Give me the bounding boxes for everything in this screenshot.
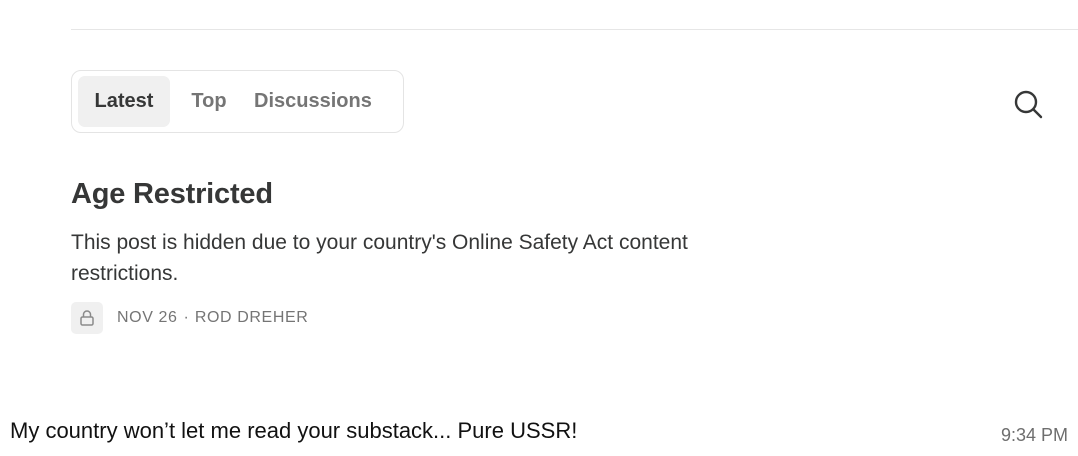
search-button[interactable]	[1010, 86, 1046, 122]
post-title[interactable]: Age Restricted	[71, 178, 273, 211]
post-author[interactable]: ROD DREHER	[195, 309, 309, 327]
tab-top[interactable]: Top	[170, 76, 248, 127]
meta-separator: ·	[183, 309, 189, 326]
top-divider	[71, 29, 1078, 30]
page: Latest Top Discussions Age Restricted Th…	[0, 0, 1078, 456]
post-body: This post is hidden due to your country'…	[71, 231, 688, 285]
feed-tabs: Latest Top Discussions	[71, 70, 404, 133]
post-meta: NOV 26 · ROD DREHER	[71, 302, 308, 334]
lock-badge	[71, 302, 103, 334]
tab-latest[interactable]: Latest	[78, 76, 170, 127]
message-time: 9:34 PM	[1000, 425, 1068, 445]
post-date: NOV 26	[117, 309, 178, 326]
message-text: My country won’t let me read your substa…	[10, 418, 578, 443]
search-icon	[1014, 90, 1043, 119]
lock-icon	[80, 310, 94, 326]
tab-discussions[interactable]: Discussions	[248, 76, 398, 127]
